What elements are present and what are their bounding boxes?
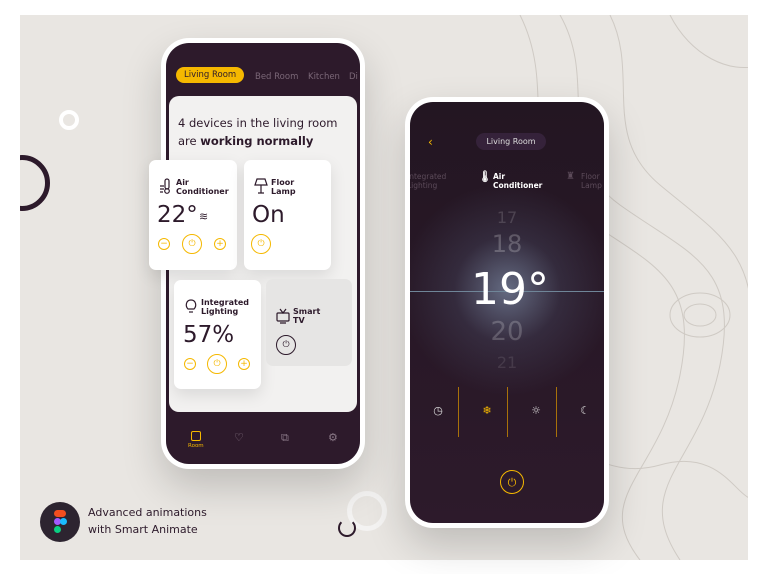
- device-tab-air-conditioner[interactable]: 🌡︎ Air Conditioner: [478, 170, 542, 190]
- increase-button[interactable]: +: [214, 238, 226, 250]
- device-card-air-conditioner[interactable]: Air Conditioner 22° ≋ − ⏻ +: [149, 160, 237, 270]
- thermometer-icon: 🌡︎: [478, 170, 492, 183]
- gear-icon[interactable]: ⚙: [328, 431, 338, 444]
- lighting-level: 57%: [183, 322, 235, 348]
- divider: [507, 387, 508, 437]
- device-card-floor-lamp[interactable]: Floor Lamp On ⏻: [244, 160, 331, 270]
- floor-lamp-icon: ♜: [566, 171, 575, 182]
- tab-bed-room[interactable]: Bed Room: [255, 72, 298, 82]
- temp-option[interactable]: 18: [410, 230, 604, 258]
- right-phone: ‹ Living Room Integrated Lighting 🌡︎ Air C…: [405, 97, 609, 528]
- device-card-smart-tv[interactable]: Smart TV ⏻: [266, 279, 352, 366]
- temp-option[interactable]: 17: [410, 208, 604, 227]
- ac-temperature: 22°: [157, 202, 198, 228]
- heart-icon[interactable]: ♡: [234, 431, 244, 444]
- thermometer-icon: [160, 178, 170, 194]
- selected-temperature[interactable]: 19°: [410, 264, 604, 315]
- power-button[interactable]: ⏻: [500, 470, 524, 494]
- floor-lamp-icon: [254, 178, 268, 194]
- divider: [556, 387, 557, 437]
- temp-option[interactable]: 21: [410, 353, 604, 372]
- tv-icon: [276, 308, 290, 324]
- device-tab-floor-lamp[interactable]: ♜ Floor Lamp: [566, 171, 602, 191]
- summary-text: 4 devices in the living room are working…: [178, 116, 338, 148]
- clock-icon[interactable]: ◷: [428, 404, 448, 417]
- decor-ring: [20, 155, 50, 211]
- device-card-integrated-lighting[interactable]: Integrated Lighting 57% − ⏻ +: [174, 280, 261, 389]
- fan-icon: ≋: [199, 210, 209, 223]
- room-title: Living Room: [476, 133, 546, 150]
- temp-option[interactable]: 20: [410, 317, 604, 347]
- power-button[interactable]: ⏻: [207, 354, 227, 374]
- divider: [458, 387, 459, 437]
- decor-ring: [59, 110, 79, 130]
- tab-kitchen[interactable]: Kitchen: [308, 72, 340, 82]
- tab-dining[interactable]: Di: [349, 72, 358, 82]
- tab-living-room[interactable]: Living Room: [176, 67, 245, 83]
- room-icon: [190, 431, 201, 441]
- lamp-status: On: [252, 202, 285, 228]
- power-button[interactable]: ⏻: [276, 335, 296, 355]
- scenes-icon[interactable]: ⧉: [281, 431, 289, 445]
- figma-logo: [40, 502, 80, 542]
- device-tab-integrated-lighting[interactable]: Integrated Lighting: [410, 172, 446, 190]
- increase-button[interactable]: +: [238, 358, 250, 370]
- sun-icon[interactable]: ☼: [526, 404, 546, 417]
- power-button[interactable]: ⏻: [182, 234, 202, 254]
- lightbulb-icon: [185, 299, 197, 313]
- decrease-button[interactable]: −: [184, 358, 196, 370]
- decrease-button[interactable]: −: [158, 238, 170, 250]
- background: [20, 15, 748, 560]
- nav-room[interactable]: Room: [188, 431, 204, 449]
- power-button[interactable]: ⏻: [251, 234, 271, 254]
- moon-icon[interactable]: ☾: [575, 404, 595, 417]
- caption: Advanced animations with Smart Animate: [88, 506, 207, 536]
- decor-arc: [338, 519, 356, 537]
- snowflake-icon[interactable]: ❄: [477, 404, 497, 417]
- back-chevron-icon[interactable]: ‹: [428, 135, 433, 149]
